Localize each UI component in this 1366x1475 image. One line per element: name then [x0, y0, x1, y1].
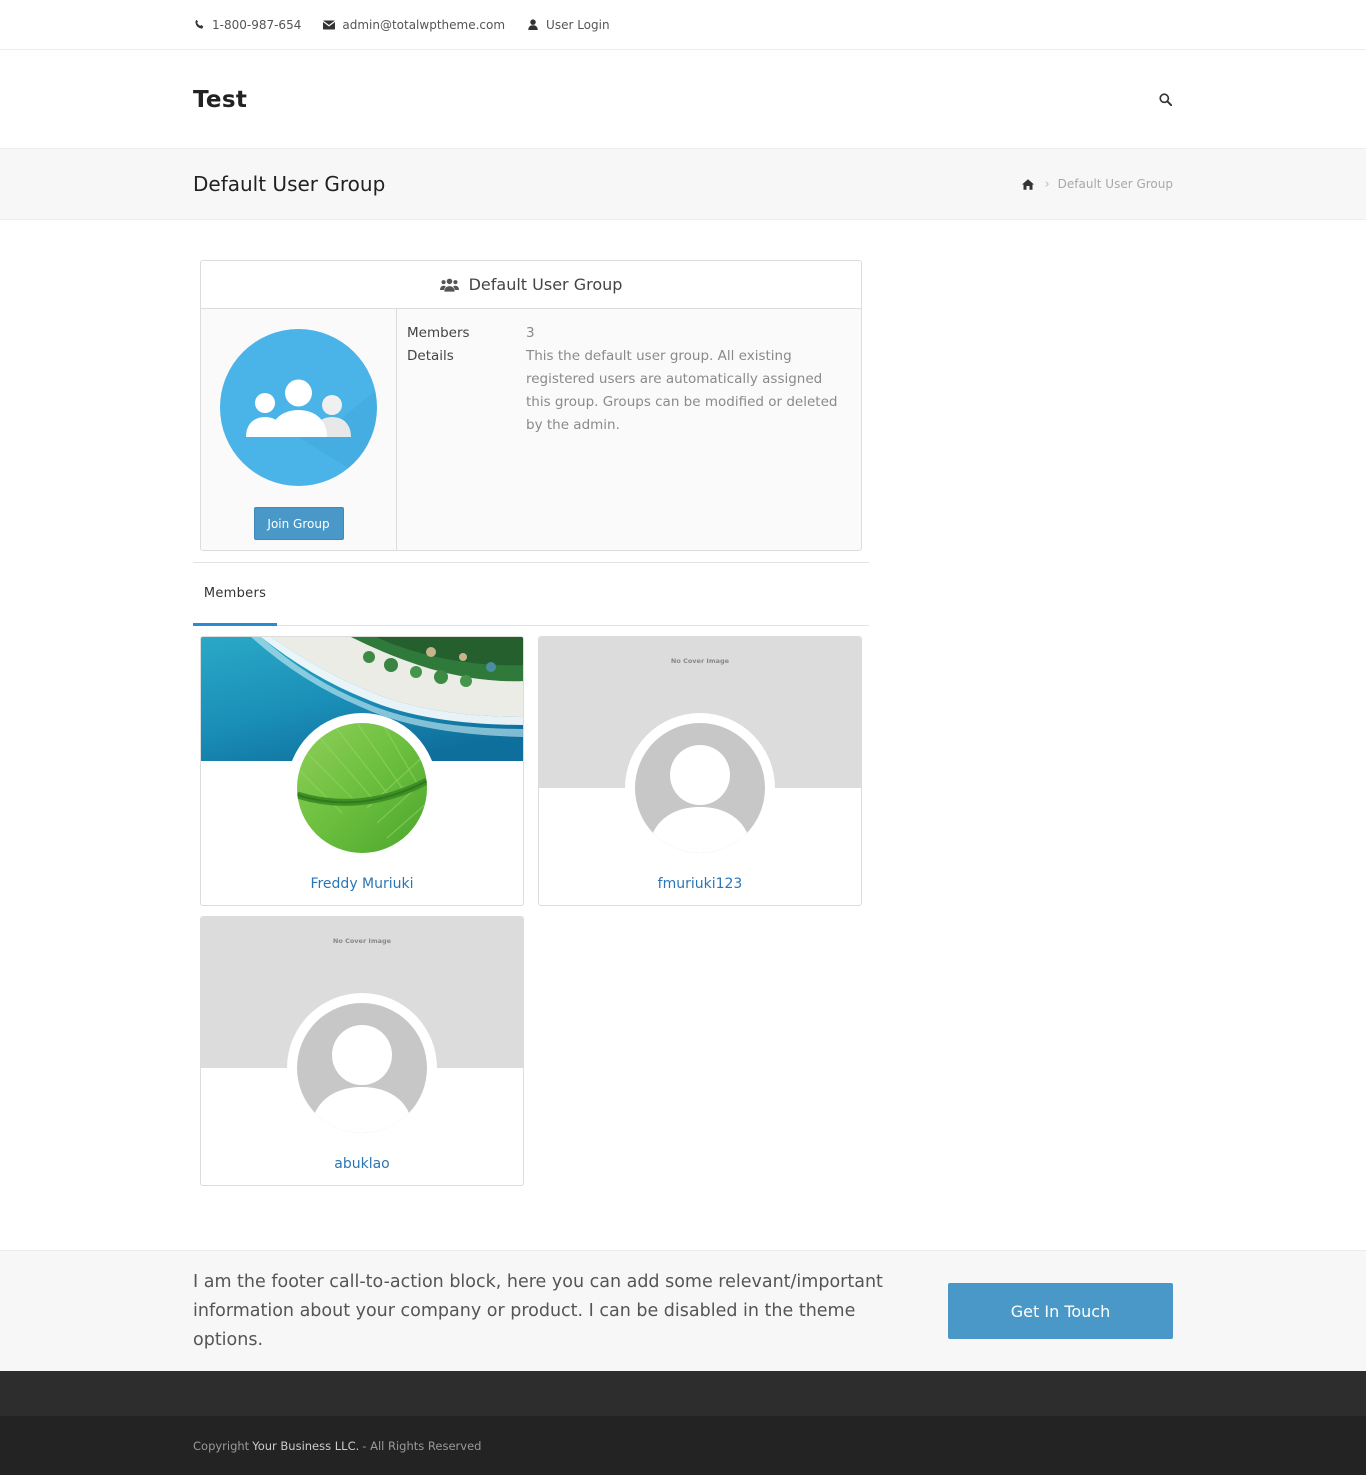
breadcrumb: › Default User Group — [1022, 177, 1173, 192]
member-name-link[interactable]: Freddy Muriuki — [201, 876, 523, 892]
member-name-link[interactable]: fmuriuki123 — [539, 876, 861, 892]
topbar-login[interactable]: User Login — [527, 18, 610, 32]
default-avatar-icon — [635, 723, 765, 853]
avatar — [297, 723, 427, 853]
footer-cta: I am the footer call-to-action block, he… — [0, 1250, 1366, 1371]
business-name-link[interactable]: Your Business LLC. — [252, 1439, 359, 1453]
footer-bottom: Copyright Your Business LLC. - All Right… — [0, 1416, 1366, 1475]
breadcrumb-separator: › — [1044, 176, 1050, 192]
envelope-icon — [323, 19, 336, 31]
member-card[interactable]: No Cover Image fmuriuki123 — [538, 636, 862, 906]
info-row-members: Members 3 — [407, 322, 851, 345]
site-logo[interactable]: Test — [193, 87, 247, 113]
footer-widgets — [0, 1371, 1366, 1416]
user-icon — [527, 19, 539, 31]
avatar-ring — [287, 993, 437, 1143]
members-label: Members — [407, 325, 470, 341]
group-card-header: Default User Group — [201, 261, 861, 309]
page-title-bar: Default User Group › Default User Group — [0, 149, 1366, 220]
search-icon[interactable] — [1159, 92, 1173, 107]
details-label: Details — [407, 348, 454, 364]
copyright-prefix: Copyright — [193, 1438, 250, 1453]
content-area: Default User Group Join Group Members 3 … — [0, 220, 1366, 1196]
avatar — [297, 1003, 427, 1133]
topbar-email[interactable]: admin@totalwptheme.com — [323, 18, 505, 32]
group-avatar-column: Join Group — [201, 309, 397, 550]
details-text: This the default user group. All existin… — [526, 348, 838, 433]
topbar-phone-text: 1-800-987-654 — [212, 17, 302, 32]
home-icon[interactable] — [1022, 178, 1035, 190]
get-in-touch-button[interactable]: Get In Touch — [948, 1283, 1173, 1339]
main-column: Default User Group Join Group Members 3 … — [193, 260, 869, 1196]
avatar-ring — [625, 713, 775, 863]
default-avatar-icon — [297, 1003, 427, 1133]
topbar-phone[interactable]: 1-800-987-654 — [193, 18, 301, 32]
cta-text: I am the footer call-to-action block, he… — [193, 1271, 883, 1350]
member-card[interactable]: Freddy Muriuki — [200, 636, 524, 906]
member-name-link[interactable]: abuklao — [201, 1156, 523, 1172]
info-row-details: Details This the default user group. All… — [407, 345, 851, 437]
group-info: Members 3 Details This the default user … — [397, 309, 861, 550]
group-people-icon — [246, 379, 377, 486]
group-tabs: Members — [193, 562, 869, 626]
page-title: Default User Group — [193, 172, 386, 196]
phone-icon — [193, 19, 205, 31]
join-group-button[interactable]: Join Group — [253, 507, 344, 540]
users-icon — [439, 277, 460, 293]
members-count: 3 — [526, 325, 535, 341]
topbar-login-text: User Login — [546, 17, 610, 32]
avatar-ring — [287, 713, 437, 863]
no-cover-text: No Cover Image — [670, 657, 730, 665]
member-card[interactable]: No Cover Image abuklao — [200, 916, 524, 1186]
top-bar: 1-800-987-654 admin@totalwptheme.com Use… — [0, 0, 1366, 50]
leaf-avatar-image — [297, 723, 427, 853]
group-avatar — [220, 329, 377, 486]
group-card-title: Default User Group — [468, 275, 623, 294]
group-card-body: Join Group Members 3 Details This the de… — [201, 309, 861, 550]
topbar-email-text: admin@totalwptheme.com — [342, 17, 506, 32]
site-header: Test — [0, 50, 1366, 149]
members-grid: Freddy Muriuki No Cover Image fmuriuki12… — [200, 626, 876, 1196]
group-card: Default User Group Join Group Members 3 … — [200, 260, 862, 551]
breadcrumb-current: Default User Group — [1057, 177, 1173, 191]
avatar — [635, 723, 765, 853]
copyright-suffix: - All Rights Reserved — [362, 1438, 482, 1453]
tab-members[interactable]: Members — [193, 563, 277, 626]
no-cover-text: No Cover Image — [332, 937, 392, 945]
